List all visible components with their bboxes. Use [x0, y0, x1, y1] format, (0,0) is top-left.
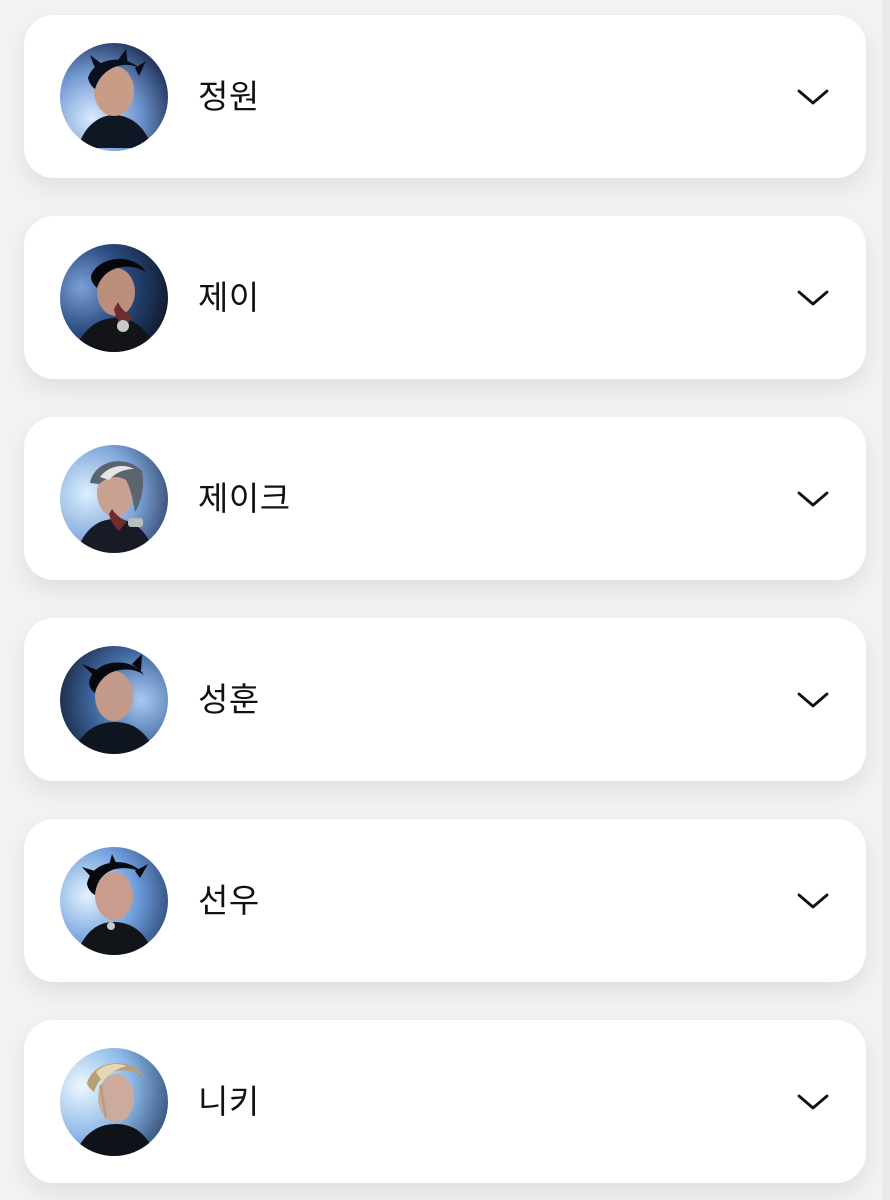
- chevron-down-icon[interactable]: [796, 1092, 830, 1112]
- member-name: 선우: [198, 881, 260, 920]
- member-card-5[interactable]: 니키: [24, 1020, 866, 1183]
- avatar: [60, 42, 168, 151]
- chevron-down-icon[interactable]: [796, 87, 830, 107]
- member-list-page: 정원 제이 제이크 성훈 선우 니키: [0, 0, 890, 1200]
- page-right-edge: [882, 0, 890, 1200]
- profile-photo-icon: [60, 1047, 168, 1156]
- member-name: 제이: [198, 278, 260, 317]
- member-card-0[interactable]: 정원: [24, 15, 866, 178]
- member-card-1[interactable]: 제이: [24, 216, 866, 379]
- avatar: [60, 846, 168, 955]
- profile-photo-icon: [60, 243, 168, 352]
- avatar: [60, 1047, 168, 1156]
- member-name: 니키: [198, 1082, 260, 1121]
- chevron-down-icon[interactable]: [796, 489, 830, 509]
- member-card-2[interactable]: 제이크: [24, 417, 866, 580]
- avatar: [60, 645, 168, 754]
- member-name: 성훈: [198, 680, 260, 719]
- member-card-3[interactable]: 성훈: [24, 618, 866, 781]
- member-name: 제이크: [198, 479, 291, 518]
- chevron-down-icon[interactable]: [796, 690, 830, 710]
- chevron-down-icon[interactable]: [796, 891, 830, 911]
- profile-photo-icon: [60, 846, 168, 955]
- profile-photo-icon: [60, 444, 168, 553]
- member-name: 정원: [198, 77, 260, 116]
- profile-photo-icon: [60, 645, 168, 754]
- member-card-4[interactable]: 선우: [24, 819, 866, 982]
- avatar: [60, 243, 168, 352]
- avatar: [60, 444, 168, 553]
- profile-photo-icon: [60, 42, 168, 151]
- chevron-down-icon[interactable]: [796, 288, 830, 308]
